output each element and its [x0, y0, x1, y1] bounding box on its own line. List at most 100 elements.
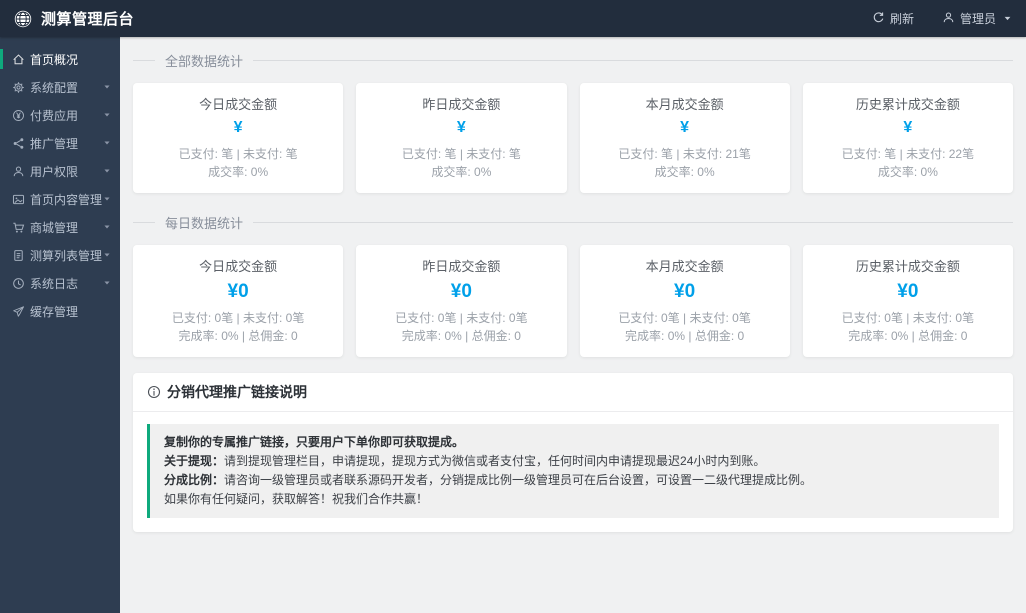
stat-rate-line: 成交率: 0% — [208, 165, 269, 179]
notice-line-0: 复制你的专属推广链接，只要用户下单你即可获取提成。 — [164, 433, 985, 452]
chevron-down-icon — [103, 139, 111, 147]
brand: 测算管理后台 — [14, 8, 134, 29]
notice-header: 分销代理推广链接说明 — [133, 373, 1013, 412]
stat-amount: ¥ — [903, 119, 913, 136]
section-title: 每日数据统计 — [165, 215, 244, 231]
globe-logo-icon — [14, 10, 32, 28]
sidebar-item-7[interactable]: 测算列表管理 — [0, 241, 120, 269]
notice-line-bold: 复制你的专属推广链接，只要用户下单你即可获取提成。 — [164, 435, 465, 449]
gear-icon — [12, 81, 25, 94]
stat-card-title: 本月成交金额 — [645, 97, 724, 112]
chevron-down-icon — [103, 251, 111, 259]
chevron-down-icon — [103, 279, 111, 287]
admin-app: 测算管理后台 刷新 管理员 首页概况 系统配置 付费应用 推广管理 用户权限 首… — [0, 0, 1026, 613]
sidebar-item-6[interactable]: 商城管理 — [0, 213, 120, 241]
sidebar-item-1[interactable]: 系统配置 — [0, 73, 120, 101]
notice-body: 复制你的专属推广链接，只要用户下单你即可获取提成。 关于提现：请到提现管理栏目，申… — [133, 412, 1013, 532]
stat-card-title: 本月成交金额 — [645, 259, 724, 274]
user-icon — [12, 165, 25, 178]
stat-detail-line: 已支付: 笔 | 未支付: 笔 — [178, 147, 298, 161]
send-icon — [12, 305, 25, 318]
cart-icon — [12, 221, 25, 234]
sidebar-item-3[interactable]: 推广管理 — [0, 129, 120, 157]
stat-amount: ¥0 — [897, 281, 919, 302]
notice-line-bold: 分成比例： — [164, 473, 225, 487]
document-icon — [12, 249, 25, 262]
chevron-down-icon — [103, 83, 111, 91]
notice-line-1: 关于提现：请到提现管理栏目，申请提现，提现方式为微信或者支付宝，任何时间内申请提… — [164, 452, 985, 471]
stat-detail-line: 已支付: 0笔 | 未支付: 0笔 — [618, 311, 751, 325]
sidebar-item-label: 付费应用 — [30, 108, 79, 123]
info-circle-icon — [147, 385, 161, 399]
section-title: 全部数据统计 — [165, 53, 244, 69]
stat-detail-line: 已支付: 0笔 | 未支付: 0笔 — [171, 311, 305, 325]
stat-detail-line: 已支付: 0笔 | 未支付: 0笔 — [841, 311, 975, 325]
user-menu[interactable]: 管理员 — [942, 10, 1012, 27]
stat-card-row-1: 今日成交金额 ¥0 已支付: 0笔 | 未支付: 0笔 完成率: 0% | 总佣金: … — [133, 245, 1013, 357]
stat-card: 本月成交金额 ¥ 已支付: 笔 | 未支付: 21笔 成交率: 0% — [579, 83, 790, 193]
notice-line-bold: 关于提现： — [164, 454, 225, 468]
yen-circle-icon — [12, 109, 25, 122]
sidebar-item-4[interactable]: 用户权限 — [0, 157, 120, 185]
home-icon — [12, 53, 25, 66]
sidebar-item-label: 测算列表管理 — [30, 248, 103, 263]
stat-rate-line: 完成率: 0% | 总佣金: 0 — [848, 329, 968, 343]
stat-rate-line: 成交率: 0% — [431, 165, 492, 179]
stat-card-title: 今日成交金额 — [199, 97, 278, 112]
stat-card-row-0: 今日成交金额 ¥ 已支付: 笔 | 未支付: 笔成交率: 0% 昨日成交金额 ¥ 已支付:… — [133, 83, 1013, 193]
notice-line-text: 如果你有任何疑问，获取解答！祝我们合作共赢！ — [164, 492, 429, 506]
stat-amount: ¥ — [680, 119, 690, 136]
stat-rate-line: 完成率: 0% | 总佣金: 0 — [625, 329, 745, 343]
sidebar-item-9[interactable]: 缓存管理 — [0, 297, 120, 325]
notice-line-text: 请咨询一级管理员或者联系源码开发者，分销提成比例一级管理员可在后台设置，可设置一… — [224, 473, 813, 487]
refresh-button[interactable]: 刷新 — [872, 10, 914, 27]
stat-card: 昨日成交金额 ¥ 已支付: 笔 | 未支付: 笔成交率: 0% — [356, 83, 567, 193]
stat-detail-line: 已支付: 0笔 | 未支付: 0笔 — [395, 311, 528, 325]
chevron-down-icon — [103, 195, 111, 203]
stat-amount: ¥0 — [227, 281, 249, 302]
chevron-down-icon — [103, 167, 111, 175]
refresh-label: 刷新 — [889, 12, 914, 26]
sidebar-item-0[interactable]: 首页概况 — [0, 45, 120, 73]
stat-card-title: 历史累计成交金额 — [855, 259, 960, 274]
share-icon — [12, 137, 25, 150]
stat-card: 本月成交金额 ¥0 已支付: 0笔 | 未支付: 0笔 完成率: 0% | 总佣金: … — [579, 245, 790, 357]
stat-card: 今日成交金额 ¥ 已支付: 笔 | 未支付: 笔成交率: 0% — [133, 83, 344, 193]
stat-rate-line: 完成率: 0% | 总佣金: 0 — [401, 329, 521, 343]
sidebar-item-label: 首页内容管理 — [30, 192, 103, 207]
stat-card: 昨日成交金额 ¥0 已支付: 0笔 | 未支付: 0笔 完成率: 0% | 总佣金: … — [356, 245, 567, 357]
chevron-down-icon — [103, 223, 111, 231]
notice-text-block: 复制你的专属推广链接，只要用户下单你即可获取提成。 关于提现：请到提现管理栏目，申… — [147, 424, 999, 518]
image-icon — [12, 193, 25, 206]
sidebar-item-label: 系统配置 — [30, 80, 79, 95]
sidebar-item-label: 系统日志 — [30, 276, 79, 291]
stat-detail-line: 已支付: 笔 | 未支付: 22笔 — [841, 147, 975, 161]
clock-icon — [12, 277, 25, 290]
notice-line-3: 如果你有任何疑问，获取解答！祝我们合作共赢！ — [164, 490, 985, 509]
sidebar-item-8[interactable]: 系统日志 — [0, 269, 120, 297]
user-label: 管理员 — [959, 12, 996, 26]
notice-line-text: 请到提现管理栏目，申请提现，提现方式为微信或者支付宝，任何时间内申请提现最迟24… — [224, 454, 766, 468]
stat-card: 今日成交金额 ¥0 已支付: 0笔 | 未支付: 0笔 完成率: 0% | 总佣金: … — [133, 245, 344, 357]
sidebar-item-5[interactable]: 首页内容管理 — [0, 185, 120, 213]
stat-rate-line: 完成率: 0% | 总佣金: 0 — [178, 329, 298, 343]
app-title: 测算管理后台 — [41, 11, 135, 28]
chevron-down-icon — [103, 111, 111, 119]
user-icon — [942, 11, 955, 27]
stat-amount: ¥0 — [450, 281, 472, 302]
refresh-icon — [872, 11, 885, 27]
sidebar-nav: 首页概况系统配置付费应用推广管理 用户权限首页内容管理商城管理测算列表管理 系统日志… — [0, 37, 120, 613]
sidebar-item-label: 首页概况 — [30, 52, 79, 67]
stat-detail-line: 已支付: 笔 | 未支付: 笔 — [401, 147, 521, 161]
main-content: 全部数据统计 今日成交金额 ¥ 已支付: 笔 | 未支付: 笔成交率: 0% 昨日成交金… — [120, 37, 1026, 613]
section-divider-1: 每日数据统计 — [133, 209, 1013, 235]
sidebar-item-label: 缓存管理 — [30, 304, 79, 319]
stat-card: 历史累计成交金额 ¥ 已支付: 笔 | 未支付: 22笔 成交率: 0% — [802, 83, 1013, 193]
notice-panel: 分销代理推广链接说明 复制你的专属推广链接，只要用户下单你即可获取提成。 关于提现… — [133, 373, 1013, 532]
notice-title: 分销代理推广链接说明 — [167, 384, 307, 400]
sidebar-item-2[interactable]: 付费应用 — [0, 101, 120, 129]
notice-line-2: 分成比例：请咨询一级管理员或者联系源码开发者，分销提成比例一级管理员可在后台设置… — [164, 471, 985, 490]
section-divider-0: 全部数据统计 — [133, 47, 1013, 73]
stat-card-title: 今日成交金额 — [199, 259, 278, 274]
stat-rate-line: 成交率: 0% — [654, 165, 715, 179]
